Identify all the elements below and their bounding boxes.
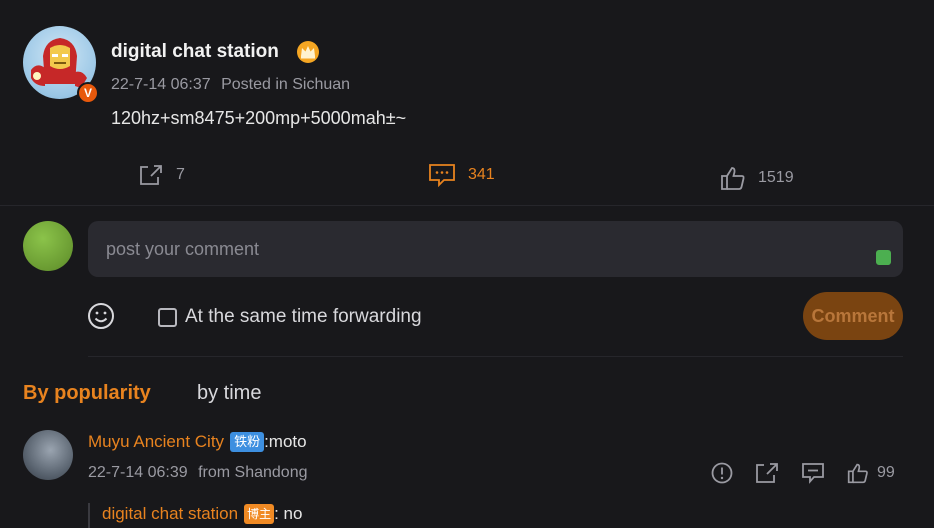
checkbox-box[interactable]: [158, 307, 177, 327]
comment-action[interactable]: 341: [428, 163, 495, 187]
comment-like-count: 99: [877, 464, 895, 481]
report-icon[interactable]: [711, 462, 733, 484]
forward-action[interactable]: 7: [138, 163, 185, 187]
reply-author[interactable]: digital chat station: [102, 504, 238, 524]
reply-icon[interactable]: [801, 462, 825, 484]
like-count: 1519: [758, 169, 794, 186]
crown-icon[interactable]: [296, 41, 320, 63]
emoji-icon[interactable]: [87, 302, 115, 330]
comment-box[interactable]: [88, 221, 903, 277]
tab-by-popularity[interactable]: By popularity: [23, 382, 151, 405]
like-action[interactable]: 1519: [720, 165, 794, 191]
post-text: 120hz+sm8475+200mp+5000mah±~: [111, 108, 407, 128]
post-meta: 22-7-14 06:37 Posted in Sichuan: [111, 76, 350, 94]
thumbs-up-icon: [721, 167, 745, 190]
comment-icon: [429, 164, 455, 187]
comment-count: 341: [468, 166, 495, 183]
post-location: Posted in Sichuan: [221, 76, 351, 93]
current-user-avatar[interactable]: [23, 221, 73, 271]
blogger-badge: 博主: [244, 504, 275, 524]
comment-submit-button[interactable]: Comment: [803, 292, 903, 340]
forward-count: 7: [176, 166, 185, 183]
comment-location: from Shandong: [198, 464, 308, 481]
verified-badge: V: [77, 82, 99, 104]
reply-text: : no: [274, 504, 303, 523]
forward-checkbox[interactable]: At the same time forwarding: [158, 306, 422, 328]
divider: [0, 205, 934, 206]
reply-indicator: [88, 503, 90, 528]
comment-line: Muyu Ancient City 铁粉 :moto: [88, 432, 307, 452]
tab-by-time[interactable]: by time: [197, 382, 261, 405]
forward-icon[interactable]: [755, 462, 779, 484]
reply: digital chat station 博主 : no: [102, 504, 302, 524]
comment-text: :moto: [264, 432, 307, 451]
commenter-name[interactable]: Muyu Ancient City: [88, 432, 224, 452]
comment-like[interactable]: 99: [847, 462, 895, 484]
commenter-avatar[interactable]: [23, 430, 73, 480]
fan-badge: 铁粉: [230, 432, 265, 452]
status-dot-icon: [876, 250, 891, 265]
forward-checkbox-label: At the same time forwarding: [185, 306, 422, 327]
thumbs-up-icon: [847, 463, 868, 484]
divider: [88, 356, 903, 357]
comment-actions: 99: [711, 462, 895, 484]
comment-input[interactable]: [88, 221, 903, 277]
author-avatar[interactable]: V: [23, 26, 99, 104]
comment-meta: 22-7-14 06:39 from Shandong: [88, 464, 308, 482]
comment-date: 22-7-14 06:39: [88, 464, 188, 481]
post-date[interactable]: 22-7-14 06:37: [111, 76, 211, 93]
author-name[interactable]: digital chat station: [111, 41, 279, 63]
weibo-post-page: V digital chat station 22-7-14 06:37 Pos…: [0, 0, 934, 528]
share-icon: [140, 165, 162, 185]
